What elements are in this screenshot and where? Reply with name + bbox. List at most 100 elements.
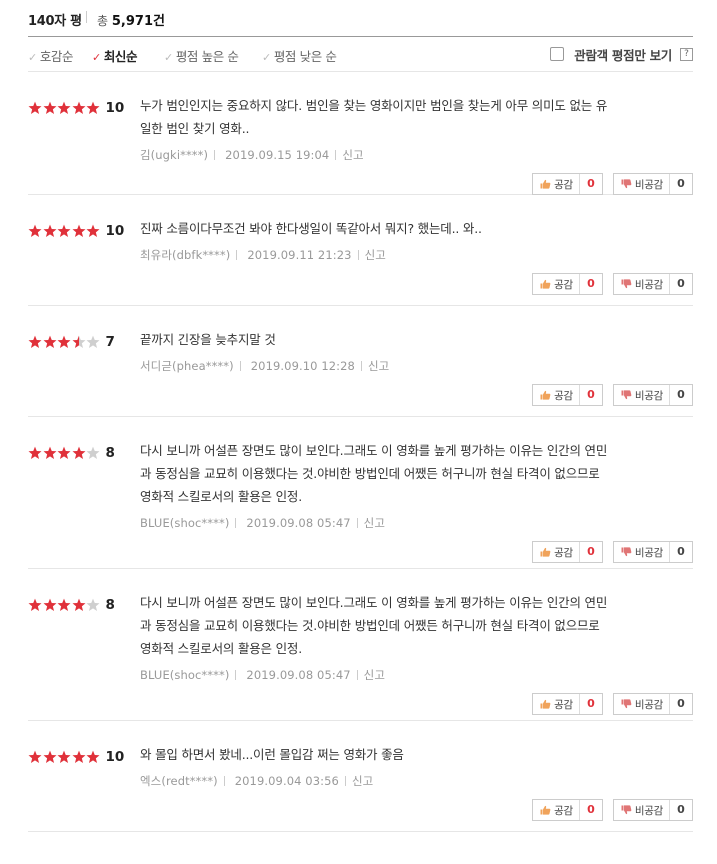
dislike-button-label-wrap[interactable]: 비공감 <box>614 385 670 405</box>
dislike-button-label-wrap[interactable]: 비공감 <box>614 800 670 820</box>
dislike-label: 비공감 <box>634 804 663 817</box>
like-button-label-wrap[interactable]: 공감 <box>533 800 580 820</box>
divider <box>239 361 241 371</box>
like-button[interactable]: 공감 0 <box>532 173 603 195</box>
dislike-button[interactable]: 비공감 0 <box>612 273 693 295</box>
review-date: 2019.09.08 05:47 <box>246 668 351 682</box>
star-icon <box>57 750 71 763</box>
review-text-line: 누가 범인인지는 중요하지 않다. 범인을 찾는 영화이지만 범인을 찾는게 아… <box>140 98 608 113</box>
review-text: 다시 보니까 어설픈 장면도 많이 보인다.그래도 이 영화를 높게 평가하는 … <box>140 439 693 508</box>
like-button[interactable]: 공감 0 <box>532 541 603 563</box>
divider <box>360 361 362 371</box>
star-rating: 7 <box>28 334 115 350</box>
star-icon <box>28 224 42 237</box>
dislike-button[interactable]: 비공감 0 <box>612 384 693 406</box>
dislike-count: 0 <box>677 177 685 190</box>
divider <box>86 11 87 23</box>
star-icon <box>86 101 100 114</box>
sort-score-low[interactable]: ✓ 평점 낮은 순 <box>262 46 337 65</box>
check-icon: ✓ <box>92 51 101 64</box>
review-author: 엑스(redt****) <box>140 774 218 788</box>
sort-bar: ✓ 호감순 ✓ 최신순 ✓ 평점 높은 순 ✓ 평점 낮은 순 관람객 평점만 보기 ? <box>28 37 693 72</box>
review-date: 2019.09.08 05:47 <box>246 516 351 530</box>
divider <box>356 670 358 680</box>
dislike-button[interactable]: 비공감 0 <box>612 799 693 821</box>
star-rating: 8 <box>28 445 115 461</box>
thumbs-up-icon <box>540 699 551 709</box>
dislike-button[interactable]: 비공감 0 <box>612 173 693 195</box>
dislike-button-label-wrap[interactable]: 비공감 <box>614 174 670 194</box>
like-count: 0 <box>587 388 595 401</box>
thumbs-up-icon <box>540 390 551 400</box>
star-icon <box>43 101 56 114</box>
section-title: 140자 평 <box>28 14 82 29</box>
thumbs-up-icon <box>540 547 551 557</box>
audience-only-toggle[interactable]: 관람객 평점만 보기 ? <box>550 45 693 63</box>
total-prefix: 총 <box>97 14 109 28</box>
star-icon <box>43 224 56 237</box>
review-content: 와 몰입 하면서 봤네...이런 몰입감 쩌는 영화가 좋음 엑스(redt**… <box>140 743 693 789</box>
thumbs-down-icon <box>621 390 632 400</box>
star-rating: 10 <box>28 100 124 116</box>
report-link[interactable]: 신고 <box>352 774 373 788</box>
review-item: 10 와 몰입 하면서 봤네...이런 몰입감 쩌는 영화가 좋음 엑스(red… <box>28 721 693 832</box>
report-link[interactable]: 신고 <box>364 668 385 682</box>
review-text-line: 진짜 소름이다무조건 봐야 한다생일이 똑같아서 뭐지? 했는데.. 와.. <box>140 221 482 236</box>
sort-likes[interactable]: ✓ 호감순 <box>28 46 74 65</box>
report-link[interactable]: 신고 <box>342 148 363 162</box>
help-icon[interactable]: ? <box>680 47 693 61</box>
dislike-button[interactable]: 비공감 0 <box>612 693 693 715</box>
like-button[interactable]: 공감 0 <box>532 799 603 821</box>
like-label: 공감 <box>554 698 573 711</box>
review-author: 서디귿(phea****) <box>140 359 234 373</box>
like-button-label-wrap[interactable]: 공감 <box>533 542 580 562</box>
review-text-line: 일한 범인 찾기 영화.. <box>140 121 250 136</box>
review-score: 7 <box>105 334 115 350</box>
star-icon <box>72 101 85 114</box>
review-date: 2019.09.04 03:56 <box>234 774 339 788</box>
star-icon <box>57 101 71 114</box>
review-item: 8 다시 보니까 어설픈 장면도 많이 보인다.그래도 이 영화를 높게 평가하… <box>28 417 693 569</box>
audience-only-checkbox[interactable] <box>550 47 565 61</box>
star-icon <box>28 335 42 348</box>
star-icon <box>86 224 100 237</box>
report-link[interactable]: 신고 <box>365 248 386 262</box>
review-text: 다시 보니까 어설픈 장면도 많이 보인다.그래도 이 영화를 높게 평가하는 … <box>140 591 693 660</box>
total-count: 총 5,971건 <box>97 10 165 29</box>
star-icon <box>86 750 100 763</box>
review-date: 2019.09.11 21:23 <box>247 248 352 262</box>
sort-latest[interactable]: ✓ 최신순 <box>92 46 138 65</box>
dislike-button-label-wrap[interactable]: 비공감 <box>614 694 670 714</box>
like-button[interactable]: 공감 0 <box>532 273 603 295</box>
thumbs-up-icon <box>540 805 551 815</box>
star-icon <box>86 335 100 348</box>
review-text-line: 영화적 스킬로서의 활용은 인정. <box>140 641 302 656</box>
star-rating: 10 <box>28 749 124 765</box>
review-author: BLUE(shoc****) <box>140 516 230 530</box>
review-text: 진짜 소름이다무조건 봐야 한다생일이 똑같아서 뭐지? 했는데.. 와.. <box>140 217 693 240</box>
review-meta: 엑스(redt****) 2019.09.04 03:56 신고 <box>140 773 693 789</box>
like-button-label-wrap[interactable]: 공감 <box>533 694 580 714</box>
report-link[interactable]: 신고 <box>368 359 389 373</box>
dislike-button-label-wrap[interactable]: 비공감 <box>614 542 670 562</box>
star-icon <box>43 750 56 763</box>
report-link[interactable]: 신고 <box>364 516 385 530</box>
thumbs-up-icon <box>540 279 551 289</box>
dislike-button[interactable]: 비공감 0 <box>612 541 693 563</box>
review-score: 8 <box>105 445 115 461</box>
like-count: 0 <box>587 697 595 710</box>
sort-score-high[interactable]: ✓ 평점 높은 순 <box>164 46 239 65</box>
like-button[interactable]: 공감 0 <box>532 384 603 406</box>
like-button-label-wrap[interactable]: 공감 <box>533 385 580 405</box>
like-button-label-wrap[interactable]: 공감 <box>533 274 580 294</box>
review-text: 와 몰입 하면서 봤네...이런 몰입감 쩌는 영화가 좋음 <box>140 743 693 766</box>
thumbs-down-icon <box>621 699 632 709</box>
dislike-count: 0 <box>677 697 685 710</box>
review-score: 10 <box>105 749 125 765</box>
dislike-button-label-wrap[interactable]: 비공감 <box>614 274 670 294</box>
star-icon <box>57 598 71 611</box>
like-button-label-wrap[interactable]: 공감 <box>533 174 580 194</box>
like-button[interactable]: 공감 0 <box>532 693 603 715</box>
review-content: 다시 보니까 어설픈 장면도 많이 보인다.그래도 이 영화를 높게 평가하는 … <box>140 439 693 531</box>
check-icon: ✓ <box>262 51 271 64</box>
